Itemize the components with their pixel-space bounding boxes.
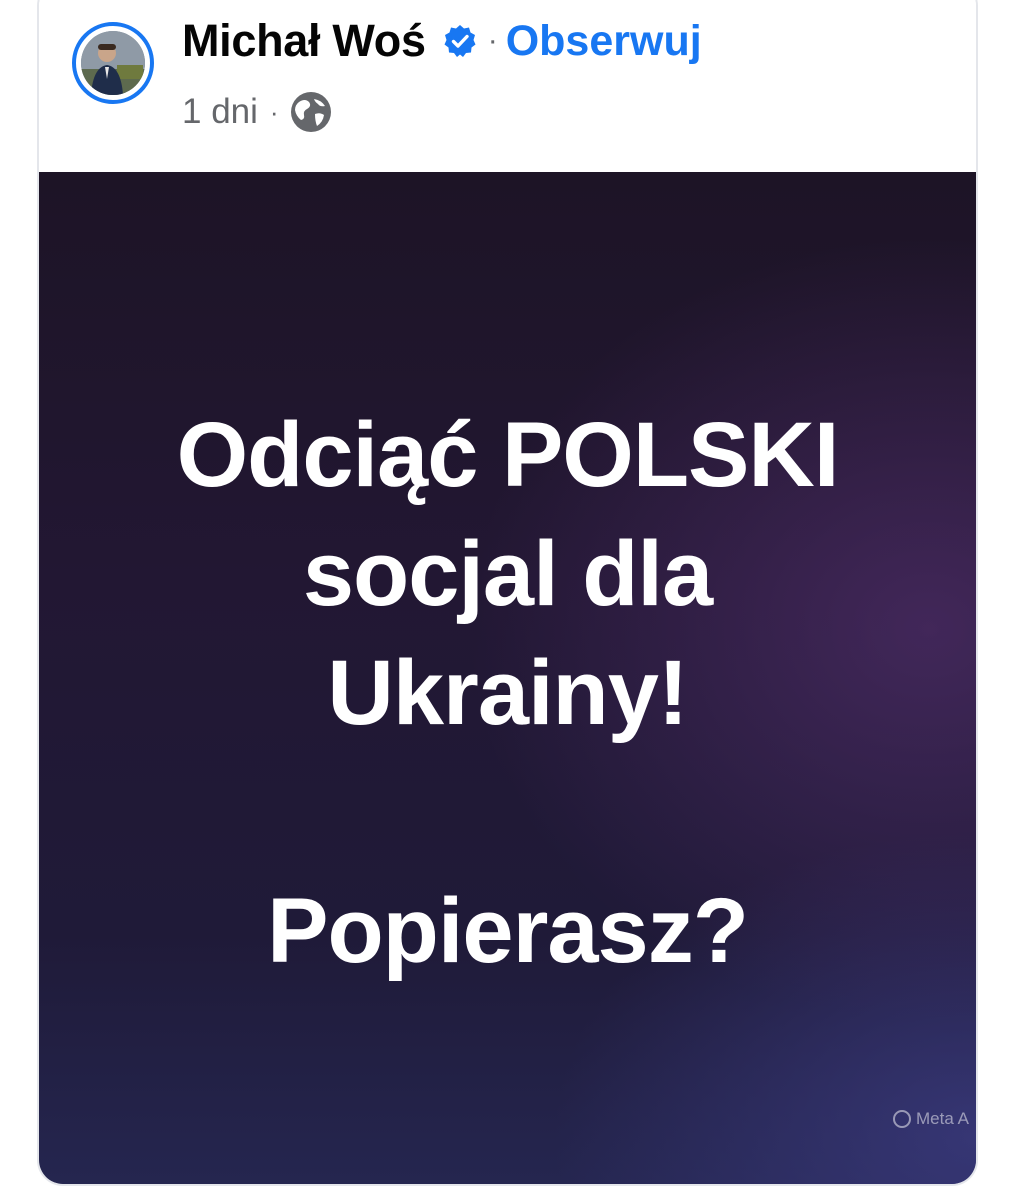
post-meta: 1 dni · — [182, 90, 333, 134]
image-text-spacer — [39, 753, 976, 872]
avatar[interactable] — [72, 22, 154, 104]
post-header: Michał Woś · Obserwuj 1 dni · — [39, 0, 976, 174]
meta-ai-watermark: Meta A — [893, 1109, 969, 1129]
follow-button[interactable]: Obserwuj — [506, 17, 702, 66]
meta-ai-icon — [893, 1110, 911, 1128]
avatar-photo — [81, 31, 145, 95]
verified-badge-icon — [442, 23, 478, 59]
globe-icon[interactable] — [289, 90, 333, 134]
header-separator: · — [487, 24, 498, 57]
image-text-line: Ukrainy! — [327, 642, 688, 744]
post-card: Michał Woś · Obserwuj 1 dni · Odciąć POL… — [37, 0, 978, 1186]
image-text-line: Odciąć POLSKI — [176, 404, 840, 506]
author-name[interactable]: Michał Woś — [182, 15, 426, 67]
watermark-label: Meta A — [916, 1109, 969, 1128]
post-image-text: Odciąć POLSKI socjal dla Ukrainy! Popier… — [39, 396, 976, 991]
meta-separator: · — [269, 96, 279, 127]
post-image[interactable]: Odciąć POLSKI socjal dla Ukrainy! Popier… — [39, 172, 976, 1184]
image-text-line: Popierasz? — [267, 880, 749, 982]
author-row: Michał Woś · Obserwuj — [182, 12, 702, 70]
post-timestamp[interactable]: 1 dni — [182, 92, 258, 132]
image-text-line: socjal dla — [302, 523, 713, 625]
